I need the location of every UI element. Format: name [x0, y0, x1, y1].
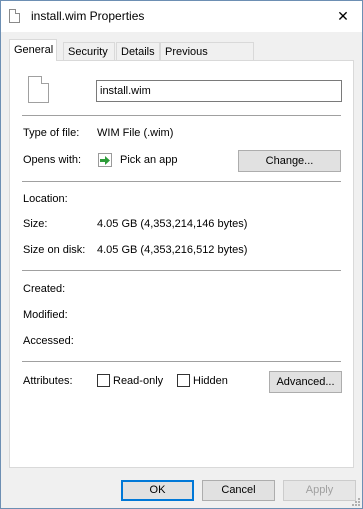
size-on-disk-label: Size on disk: — [23, 244, 86, 256]
tab-previous-versions[interactable]: Previous Versions — [160, 42, 254, 76]
window-title: install.wim Properties — [31, 9, 145, 23]
hidden-label[interactable]: Hidden — [193, 375, 228, 387]
resize-grip-icon[interactable] — [350, 496, 360, 506]
general-panel: Type of file: WIM File (.wim) Opens with… — [9, 60, 354, 468]
attributes-label: Attributes: — [23, 375, 73, 387]
type-of-file-value: WIM File (.wim) — [97, 127, 174, 139]
title-bar[interactable]: install.wim Properties ✕ — [1, 1, 362, 32]
document-icon — [28, 76, 49, 103]
properties-dialog: install.wim Properties ✕ General Securit… — [0, 0, 363, 509]
tab-security[interactable]: Security — [63, 42, 115, 61]
read-only-checkbox[interactable] — [97, 374, 110, 387]
size-on-disk-value: 4.05 GB (4,353,216,512 bytes) — [97, 244, 248, 256]
opens-with-value: Pick an app — [120, 154, 178, 166]
close-button[interactable]: ✕ — [328, 2, 358, 31]
read-only-label[interactable]: Read-only — [113, 375, 163, 387]
tab-general[interactable]: General — [9, 39, 57, 61]
cancel-button[interactable]: Cancel — [202, 480, 275, 501]
hidden-checkbox[interactable] — [177, 374, 190, 387]
apply-button[interactable]: Apply — [283, 480, 356, 501]
tab-details[interactable]: Details — [116, 42, 160, 61]
document-icon — [9, 9, 20, 23]
accessed-label: Accessed: — [23, 335, 74, 347]
file-name-input[interactable] — [96, 80, 342, 102]
opens-with-label: Opens with: — [23, 154, 82, 166]
modified-label: Modified: — [23, 309, 68, 321]
separator — [22, 181, 341, 182]
pick-app-arrow-icon — [98, 153, 112, 167]
type-of-file-label: Type of file: — [23, 127, 80, 139]
size-label: Size: — [23, 218, 48, 230]
advanced-button[interactable]: Advanced... — [269, 371, 342, 393]
separator — [22, 361, 341, 362]
ok-button[interactable]: OK — [121, 480, 194, 501]
separator — [22, 115, 341, 116]
size-value: 4.05 GB (4,353,214,146 bytes) — [97, 218, 248, 230]
created-label: Created: — [23, 283, 66, 295]
change-button[interactable]: Change... — [238, 150, 341, 172]
separator — [22, 270, 341, 271]
location-label: Location: — [23, 193, 68, 205]
